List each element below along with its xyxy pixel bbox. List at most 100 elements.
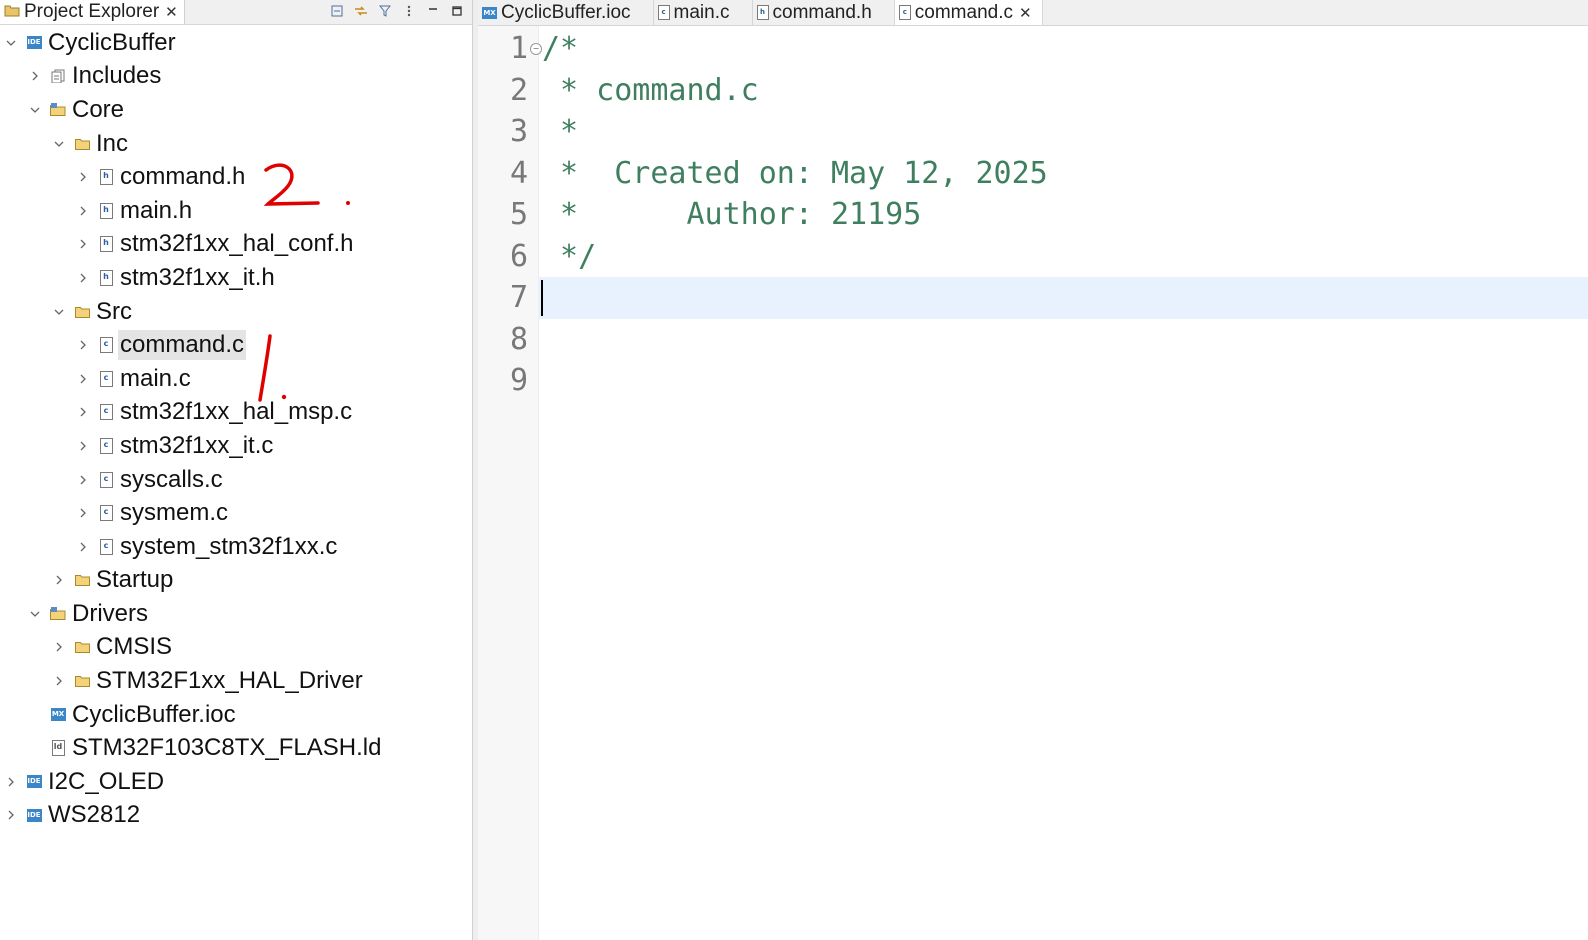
chevron-down-icon[interactable] xyxy=(52,305,66,319)
code-line[interactable]: * Author: 21195 xyxy=(538,194,1588,236)
tree-item[interactable]: Core xyxy=(0,93,472,127)
folder-icon xyxy=(74,673,90,689)
code-text-area[interactable]: /* * command.c * * Created on: May 12, 2… xyxy=(538,26,1588,940)
line-number: 5 xyxy=(509,197,528,232)
code-line[interactable]: * Created on: May 12, 2025 xyxy=(538,153,1588,195)
code-line[interactable] xyxy=(538,277,1588,319)
close-icon[interactable]: ✕ xyxy=(1019,4,1032,22)
line-number: 2 xyxy=(509,72,528,108)
minimize-icon[interactable] xyxy=(426,5,440,19)
code-line-text: * command.c xyxy=(542,72,759,108)
view-menu-icon[interactable] xyxy=(402,5,416,19)
line-number-gutter: 1−2 3 4 5 6 7 8 9 xyxy=(478,26,542,940)
tree-item[interactable]: h command.h xyxy=(0,160,472,194)
mx-file-icon: MX xyxy=(482,6,497,19)
code-line[interactable] xyxy=(538,360,1588,402)
code-line[interactable]: * command.c xyxy=(538,70,1588,112)
tree-item[interactable]: c stm32f1xx_it.c xyxy=(0,429,472,463)
chevron-right-icon[interactable] xyxy=(28,69,42,83)
tree-item[interactable]: CMSIS xyxy=(0,631,472,665)
tree-item[interactable]: ld STM32F103C8TX_FLASH.ld xyxy=(0,731,472,765)
tree-item[interactable]: IDE CyclicBuffer xyxy=(0,26,472,60)
line-number: 6 xyxy=(509,238,528,274)
tree-item[interactable]: STM32F1xx_HAL_Driver xyxy=(0,664,472,698)
editor-tab[interactable]: c command.c ✕ xyxy=(894,0,1043,25)
tree-item[interactable]: h main.h xyxy=(0,194,472,228)
chevron-right-icon[interactable] xyxy=(52,573,66,587)
tree-item-label: command.h xyxy=(120,163,246,191)
tree-item[interactable]: c syscalls.c xyxy=(0,463,472,497)
maximize-icon[interactable] xyxy=(450,5,464,19)
tree-item[interactable]: h stm32f1xx_hal_conf.h xyxy=(0,228,472,262)
chevron-right-icon[interactable] xyxy=(4,775,18,789)
tree-item[interactable]: Drivers xyxy=(0,597,472,631)
chevron-right-icon[interactable] xyxy=(76,372,90,386)
chevron-right-icon[interactable] xyxy=(52,674,66,688)
chevron-right-icon[interactable] xyxy=(76,473,90,487)
tree-item[interactable]: h stm32f1xx_it.h xyxy=(0,261,472,295)
chevron-down-icon[interactable] xyxy=(4,36,18,50)
chevron-right-icon[interactable] xyxy=(76,338,90,352)
chevron-right-icon[interactable] xyxy=(76,506,90,520)
code-line[interactable] xyxy=(538,319,1588,361)
tree-item[interactable]: c main.c xyxy=(0,362,472,396)
tree-item[interactable]: c sysmem.c xyxy=(0,496,472,530)
tree-item[interactable]: Includes xyxy=(0,60,472,94)
tree-item-label: CMSIS xyxy=(96,633,173,661)
tree-item[interactable]: c stm32f1xx_hal_msp.c xyxy=(0,396,472,430)
c-file-icon: c xyxy=(98,370,114,387)
link-with-editor-icon[interactable] xyxy=(354,5,368,19)
tree-item[interactable]: Src xyxy=(0,295,472,329)
folder-icon xyxy=(74,136,90,152)
chevron-right-icon[interactable] xyxy=(76,204,90,218)
ide-project-icon: IDE xyxy=(26,807,42,823)
editor-area: MX CyclicBuffer.ioc c main.c h command.h c comm… xyxy=(478,0,1588,940)
chevron-down-icon[interactable] xyxy=(52,137,66,151)
tree-item[interactable]: IDE WS2812 xyxy=(0,799,472,833)
chevron-right-icon[interactable] xyxy=(52,640,66,654)
tree-item-label: stm32f1xx_hal_conf.h xyxy=(120,230,354,258)
editor-tab[interactable]: MX CyclicBuffer.ioc xyxy=(478,0,654,25)
line-number: 3 xyxy=(509,114,528,149)
c-file-icon: c xyxy=(98,505,114,522)
code-line[interactable]: /* xyxy=(538,28,1588,70)
tree-item-label: main.h xyxy=(120,196,193,224)
header-file-icon: h xyxy=(98,236,114,253)
chevron-right-icon[interactable] xyxy=(76,540,90,554)
ide-project-icon: IDE xyxy=(26,774,42,790)
collapse-all-icon[interactable] xyxy=(330,5,344,19)
code-line[interactable]: */ xyxy=(538,236,1588,278)
editor-tab[interactable]: h command.h xyxy=(753,0,895,25)
c-file-icon: c xyxy=(657,5,670,20)
close-icon[interactable]: ✕ xyxy=(165,3,178,21)
chevron-right-icon[interactable] xyxy=(76,237,90,251)
chevron-right-icon[interactable] xyxy=(76,271,90,285)
chevron-down-icon[interactable] xyxy=(28,607,42,621)
folder-icon xyxy=(74,572,90,588)
tree-item[interactable]: c command.c xyxy=(0,328,472,362)
tree-item[interactable]: IDE I2C_OLED xyxy=(0,765,472,799)
chevron-down-icon[interactable] xyxy=(28,103,42,117)
code-line[interactable]: * xyxy=(538,111,1588,153)
chevron-right-icon[interactable] xyxy=(76,170,90,184)
includes-icon xyxy=(50,68,66,84)
editor-tab[interactable]: c main.c xyxy=(654,0,753,25)
tree-item[interactable]: Startup xyxy=(0,564,472,598)
folder-icon xyxy=(74,304,90,320)
tree-item-label: sysmem.c xyxy=(120,499,228,527)
chevron-right-icon[interactable] xyxy=(76,439,90,453)
chevron-right-icon[interactable] xyxy=(76,405,90,419)
tree-item[interactable]: c system_stm32f1xx.c xyxy=(0,530,472,564)
tree-item-label: Includes xyxy=(72,62,162,90)
tree-item[interactable]: Inc xyxy=(0,127,472,161)
project-explorer-tab[interactable]: Project Explorer ✕ xyxy=(0,0,185,24)
editor-tab-label: command.c xyxy=(914,1,1013,23)
tree-item-label: WS2812 xyxy=(48,801,141,829)
filter-icon[interactable] xyxy=(378,5,392,19)
folder-icon xyxy=(74,639,90,655)
tree-item[interactable]: MX CyclicBuffer.ioc xyxy=(0,698,472,732)
chevron-right-icon[interactable] xyxy=(4,808,18,822)
project-explorer-tab-label: Project Explorer xyxy=(24,1,160,22)
code-line-text: */ xyxy=(542,238,597,274)
c-file-icon: c xyxy=(98,337,114,354)
